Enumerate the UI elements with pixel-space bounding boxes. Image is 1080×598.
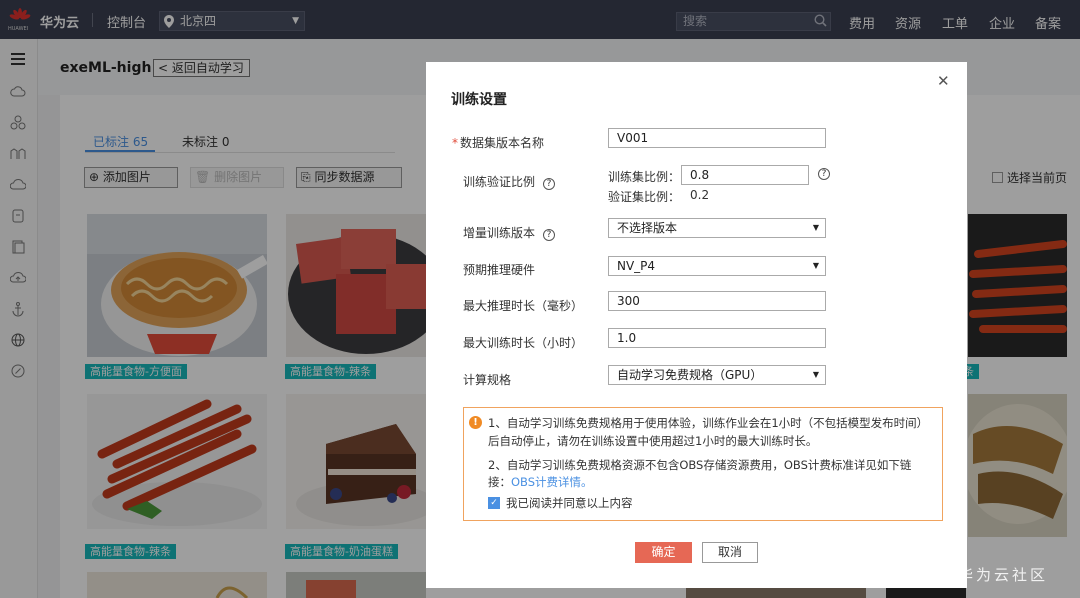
required-asterisk: * [452, 136, 458, 150]
dataset-version-input[interactable]: V001 [608, 128, 826, 148]
val-ratio-value: 0.2 [690, 188, 710, 202]
incremental-version-select[interactable]: 不选择版本 ▼ [608, 218, 826, 238]
train-ratio-input[interactable]: 0.8 [681, 165, 809, 185]
help-icon[interactable]: ? [818, 168, 830, 180]
max-inference-time-label: 最大推理时长（毫秒） [463, 299, 584, 313]
compute-spec-label: 计算规格 [463, 373, 512, 387]
dropdown-arrow-icon: ▼ [812, 223, 819, 232]
val-ratio-label: 验证集比例： [608, 190, 681, 204]
notice-line-2b: 接：OBS计费详情。 [488, 473, 593, 491]
train-ratio-label: 训练集比例： [608, 170, 681, 184]
dataset-version-label-text: 数据集版本名称 [460, 136, 545, 150]
cancel-button[interactable]: 取消 [702, 542, 758, 563]
help-icon[interactable]: ? [543, 229, 556, 241]
max-training-time-input[interactable]: 1.0 [608, 328, 826, 348]
notice-link-prefix: 接： [488, 475, 511, 489]
dropdown-arrow-icon: ▼ [812, 370, 819, 379]
inference-hardware-value: NV_P4 [617, 259, 656, 273]
dropdown-arrow-icon: ▼ [812, 261, 819, 270]
max-inference-time-input[interactable]: 300 [608, 291, 826, 311]
notice-line-1b: 后自动停止，请勿在训练设置中使用超过1小时的最大训练时长。 [488, 434, 818, 448]
incremental-version-label-text: 增量训练版本 [463, 226, 536, 240]
agree-checkbox[interactable]: ✓ [488, 497, 500, 509]
dataset-version-label: * 数据集版本名称 [452, 134, 544, 151]
inference-hardware-label: 预期推理硬件 [463, 263, 536, 277]
help-icon[interactable]: ? [543, 178, 556, 190]
notice-line-2: 2、自动学习训练免费规格资源不包含OBS存储资源费用，OBS计费标准详见如下链 [488, 458, 912, 472]
close-icon[interactable]: ✕ [937, 72, 950, 90]
notice-line-1: 1、自动学习训练免费规格用于使用体验，训练作业会在1小时（不包括模型发布时间） [488, 416, 929, 430]
warning-icon: ! [469, 416, 482, 429]
incremental-version-value: 不选择版本 [617, 221, 678, 235]
dialog-title: 训练设置 [451, 92, 507, 108]
split-ratio-label-text: 训练验证比例 [463, 175, 536, 189]
obs-billing-link[interactable]: OBS计费详情。 [511, 475, 593, 489]
compute-spec-value: 自动学习免费规格（GPU） [617, 368, 763, 382]
community-watermark: 华为云社区 [958, 566, 1049, 584]
confirm-button[interactable]: 确定 [635, 542, 692, 563]
split-ratio-label: 训练验证比例? [463, 173, 556, 190]
free-spec-notice: ! 1、自动学习训练免费规格用于使用体验，训练作业会在1小时（不包括模型发布时间… [463, 407, 943, 521]
inference-hardware-select[interactable]: NV_P4 ▼ [608, 256, 826, 276]
training-settings-dialog: 训练设置 ✕ * 数据集版本名称 V001 训练验证比例? 训练集比例： 0.8 … [426, 62, 967, 588]
compute-spec-select[interactable]: 自动学习免费规格（GPU） ▼ [608, 365, 826, 385]
max-training-time-label: 最大训练时长（小时） [463, 336, 584, 350]
incremental-version-label: 增量训练版本? [463, 224, 556, 241]
agree-label[interactable]: 我已阅读并同意以上内容 [506, 494, 633, 512]
